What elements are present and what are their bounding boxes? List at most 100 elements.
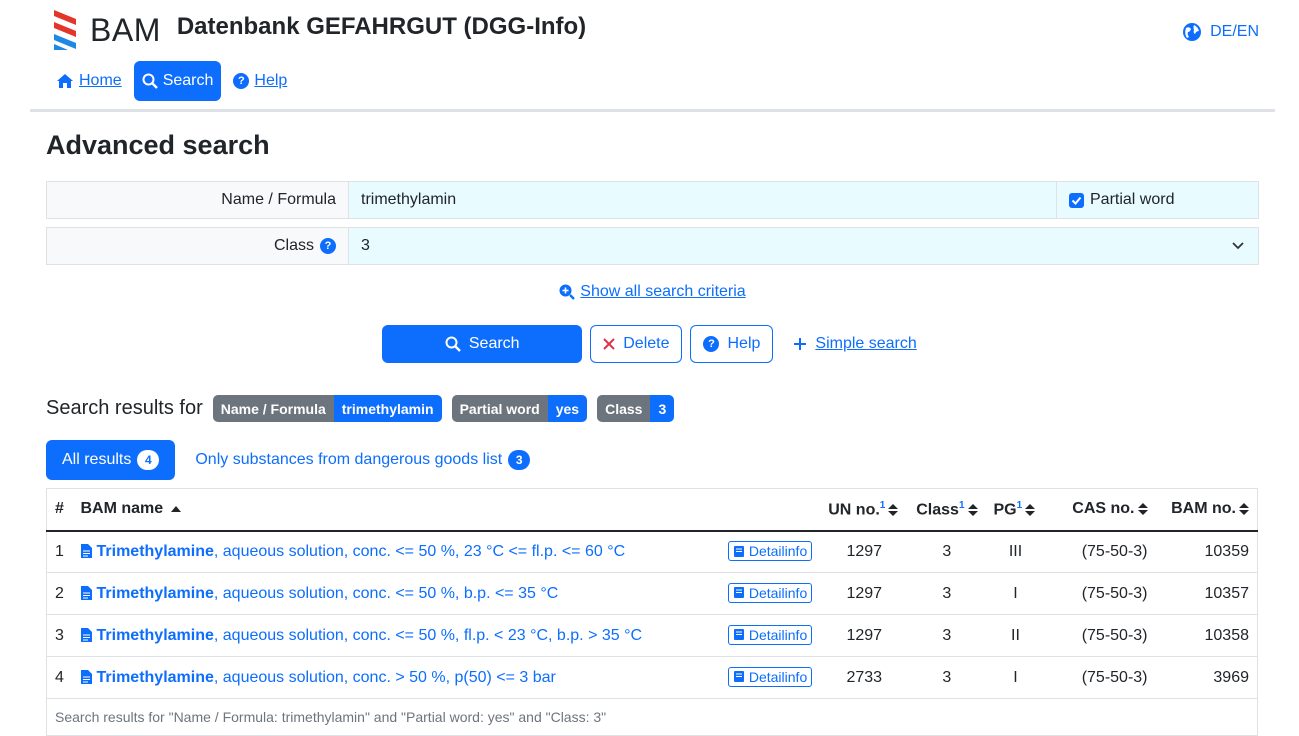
col-bam-no[interactable]: BAM no. [1155, 488, 1258, 532]
plus-icon [794, 338, 807, 350]
row-pg: III [985, 530, 1046, 573]
col-pg[interactable]: PG1 [985, 488, 1046, 532]
tab-all-label: All results [62, 451, 132, 468]
logo[interactable]: BAM Datenbank GEFAHRGUT (DGG-Info) [52, 8, 586, 52]
nav-home[interactable]: Home [52, 72, 126, 90]
row-name: Trimethylamine, aqueous solution, conc. … [72, 614, 720, 657]
chevron-down-icon [1232, 242, 1244, 250]
class-label-cell: Class ? [47, 228, 349, 264]
table-row: 3 Trimethylamine, aqueous solution, conc… [46, 614, 1258, 657]
col-detail [719, 488, 821, 532]
col-cas-label: CAS no. [1072, 500, 1135, 518]
row-class: 3 [908, 572, 986, 615]
substance-link[interactable]: Trimethylamine, aqueous solution, conc. … [80, 668, 556, 686]
book-icon [733, 587, 744, 599]
footnote-marker: 1 [879, 499, 886, 511]
table-row: 1 Trimethylamine, aqueous solution, conc… [46, 530, 1258, 573]
substance-link[interactable]: Trimethylamine, aqueous solution, conc. … [80, 543, 625, 560]
class-label: Class [273, 237, 314, 254]
filter-key: Partial word [451, 395, 548, 422]
results-footnote: Search results for "Name / Formula: trim… [46, 699, 1258, 736]
row-class: 3 [908, 656, 986, 699]
delete-button[interactable]: Delete [590, 325, 683, 363]
filter-value: trimethylamin [333, 395, 442, 422]
detailinfo-button[interactable]: Detailinfo [727, 582, 813, 603]
document-icon [80, 543, 92, 558]
document-icon [80, 669, 92, 684]
name-formula-row: Name / Formula trimethylamin Partial wor… [46, 181, 1259, 219]
count-badge: 3 [508, 450, 531, 470]
checkbox-checked-icon [1069, 192, 1084, 208]
col-class[interactable]: Class1 [908, 488, 986, 532]
row-name: Trimethylamine, aqueous solution, conc. … [72, 530, 720, 573]
nav-home-label: Home [79, 72, 122, 89]
row-pg: II [985, 614, 1046, 657]
detailinfo-button[interactable]: Detailinfo [727, 541, 813, 561]
sort-icon [1239, 503, 1249, 516]
row-pg: I [985, 656, 1046, 699]
partial-word-label: Partial word [1090, 191, 1175, 208]
book-icon [733, 671, 744, 683]
show-all-link[interactable]: Show all search criteria [580, 283, 745, 301]
name-formula-input[interactable]: trimethylamin [349, 182, 1056, 218]
language-label: DE/EN [1210, 23, 1259, 40]
document-icon [80, 627, 92, 642]
help-button[interactable]: ? Help [690, 325, 774, 363]
tab-all-results[interactable]: All results 4 [46, 440, 176, 480]
tab-dangerous-goods[interactable]: Only substances from dangerous goods lis… [179, 440, 546, 480]
row-detail: Detailinfo [719, 614, 821, 657]
nav-search-label: Search [162, 72, 214, 89]
filter-key: Name / Formula [212, 395, 334, 422]
col-pg-label: PG [993, 500, 1017, 518]
footnote-marker: 1 [958, 499, 965, 511]
row-un: 1297 [820, 572, 909, 615]
filter-key: Class [597, 395, 651, 422]
sort-icon [888, 503, 899, 516]
row-class: 3 [908, 530, 986, 573]
detailinfo-label: Detailinfo [748, 626, 808, 643]
simple-search-button[interactable]: Simple search [781, 325, 928, 363]
row-name: Trimethylamine, aqueous solution, conc. … [72, 656, 720, 699]
site-header: BAM Datenbank GEFAHRGUT (DGG-Info) DE/EN… [30, 0, 1275, 112]
partial-word-checkbox[interactable]: Partial word [1056, 182, 1258, 218]
col-un[interactable]: UN no.1 [820, 488, 909, 532]
globe-icon [1183, 23, 1202, 41]
results-header: Search results for Name / Formula trimet… [46, 395, 1259, 422]
row-name: Trimethylamine, aqueous solution, conc. … [72, 572, 720, 615]
table-row: 2 Trimethylamine, aqueous solution, conc… [46, 572, 1258, 615]
filter-pill: Name / Formula trimethylamin [212, 395, 442, 422]
main-nav: Home Search ? Help [52, 61, 291, 101]
form-buttons: Search Delete ? Help Simple search [46, 325, 1259, 363]
count-badge: 4 [137, 450, 160, 470]
show-all-criteria[interactable]: Show all search criteria [46, 283, 1259, 301]
row-pg: I [985, 572, 1046, 615]
nav-help[interactable]: ? Help [229, 72, 291, 90]
col-bam-name[interactable]: BAM name [72, 488, 720, 532]
question-icon: ? [703, 336, 720, 352]
row-num: 3 [46, 614, 73, 657]
row-detail: Detailinfo [719, 572, 821, 615]
language-switch[interactable]: DE/EN [1182, 22, 1259, 42]
book-icon [733, 629, 744, 641]
substance-link[interactable]: Trimethylamine, aqueous solution, conc. … [80, 627, 642, 644]
sort-asc-icon [170, 506, 181, 513]
row-un: 1297 [820, 614, 909, 657]
nav-help-label: Help [254, 72, 288, 89]
nav-search[interactable]: Search [133, 61, 222, 101]
question-icon: ? [233, 73, 250, 89]
detailinfo-button[interactable]: Detailinfo [727, 666, 813, 687]
substance-link[interactable]: Trimethylamine, aqueous solution, conc. … [80, 585, 558, 602]
class-help-icon[interactable]: ? [320, 238, 336, 254]
page-title: Advanced search [46, 130, 270, 160]
class-select[interactable]: 3 [349, 228, 1258, 264]
row-bam-no: 10358 [1155, 614, 1258, 657]
detailinfo-button[interactable]: Detailinfo [727, 624, 813, 645]
row-un: 2733 [820, 656, 909, 699]
search-button[interactable]: Search [382, 325, 583, 363]
col-cas[interactable]: CAS no. [1045, 488, 1156, 532]
row-bam-no: 10359 [1155, 530, 1258, 573]
substance-name: Trimethylamine [96, 668, 214, 686]
detailinfo-label: Detailinfo [748, 584, 808, 601]
col-un-label: UN no. [828, 500, 880, 518]
bam-logo-icon [54, 10, 76, 50]
